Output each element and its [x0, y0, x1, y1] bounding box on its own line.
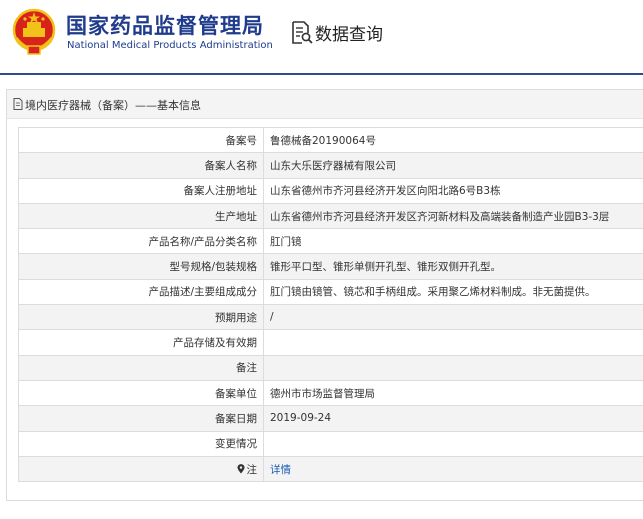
table-row: 变更情况 — [18, 430, 643, 457]
table-row: 备案号 鲁德械备20190064号 — [18, 126, 643, 154]
info-table: 备案号 鲁德械备20190064号 备案人名称 山东大乐医疗器械有限公司 备案人… — [18, 126, 643, 483]
row-label-storage-validity: 产品存储及有效期 — [18, 329, 264, 356]
header-divider — [0, 73, 643, 75]
row-label-production-address: 生产地址 — [18, 202, 264, 230]
table-row: 备案单位 德州市市场监督管理局 — [18, 379, 643, 407]
site-header: 国家药品监督管理局 National Medical Products Admi… — [0, 0, 643, 68]
page-title: 数据查询 — [315, 25, 383, 45]
table-row: 注 详情 — [18, 455, 643, 483]
table-row: 备案日期 2019-09-24 — [18, 405, 643, 432]
table-row: 备案人名称 山东大乐医疗器械有限公司 — [18, 152, 643, 179]
info-panel: 境内医疗器械（备案）——基本信息 备案号 鲁德械备20190064号 备案人名称… — [6, 89, 643, 501]
row-value-registered-address: 山东省德州市齐河县经济开发区向阳北路6号B3栋 — [263, 177, 643, 204]
org-name-en: National Medical Products Administration — [67, 40, 273, 51]
row-label-product-description: 产品描述/主要组成成分 — [18, 278, 264, 306]
panel-header: 境内医疗器械（备案）——基本信息 — [7, 90, 643, 119]
row-label-intended-use: 预期用途 — [18, 304, 264, 331]
table-row: 预期用途 / — [18, 304, 643, 331]
table-row: 产品描述/主要组成成分 肛门镜由镜管、镜芯和手柄组成。采用聚乙烯材料制成。非无菌… — [18, 278, 643, 306]
row-label-remarks: 备注 — [18, 354, 264, 381]
row-value-change-status — [263, 430, 643, 457]
row-value-note: 详情 — [263, 455, 643, 483]
row-label-note: 注 — [18, 455, 264, 483]
table-row: 产品名称/产品分类名称 肛门镜 — [18, 228, 643, 255]
row-label-change-status: 变更情况 — [18, 430, 264, 457]
map-pin-icon — [237, 463, 244, 473]
row-value-storage-validity — [263, 329, 643, 356]
row-label-filing-date: 备案日期 — [18, 405, 264, 432]
table-row: 生产地址 山东省德州市齐河县经济开发区齐河新材料及高端装备制造产业园B3-3层 — [18, 202, 643, 230]
row-value-remarks — [263, 354, 643, 381]
row-value-filing-date: 2019-09-24 — [263, 405, 643, 432]
document-search-icon — [292, 21, 313, 44]
row-value-product-description: 肛门镜由镜管、镜芯和手柄组成。采用聚乙烯材料制成。非无菌提供。 — [263, 278, 643, 306]
row-label-registrant-name: 备案人名称 — [18, 152, 264, 179]
table-row: 备注 — [18, 354, 643, 381]
row-value-record-number: 鲁德械备20190064号 — [263, 126, 643, 154]
table-row: 产品存储及有效期 — [18, 329, 643, 356]
row-value-registrant-name: 山东大乐医疗器械有限公司 — [263, 152, 643, 179]
row-value-product-name: 肛门镜 — [263, 228, 643, 255]
document-icon — [13, 98, 23, 110]
row-label-registered-address: 备案人注册地址 — [18, 177, 264, 204]
row-label-product-name: 产品名称/产品分类名称 — [18, 228, 264, 255]
national-emblem-icon — [12, 8, 56, 55]
row-label-record-number: 备案号 — [18, 126, 264, 154]
row-label-filing-unit: 备案单位 — [18, 379, 264, 407]
row-value-model-spec: 锥形平口型、锥形单侧开孔型、锥形双侧开孔型。 — [263, 253, 643, 280]
row-value-intended-use: / — [263, 304, 643, 331]
table-row: 备案人注册地址 山东省德州市齐河县经济开发区向阳北路6号B3栋 — [18, 177, 643, 204]
row-label-model-spec: 型号规格/包装规格 — [18, 253, 264, 280]
details-link[interactable]: 详情 — [270, 464, 291, 476]
org-name-cn: 国家药品监督管理局 — [66, 14, 264, 38]
row-value-production-address: 山东省德州市齐河县经济开发区齐河新材料及高端装备制造产业园B3-3层 — [263, 202, 643, 230]
table-row: 型号规格/包装规格 锥形平口型、锥形单侧开孔型、锥形双侧开孔型。 — [18, 253, 643, 280]
row-value-filing-unit: 德州市市场监督管理局 — [263, 379, 643, 407]
breadcrumb: 境内医疗器械（备案）——基本信息 — [25, 99, 201, 112]
note-label: 注 — [246, 463, 258, 476]
